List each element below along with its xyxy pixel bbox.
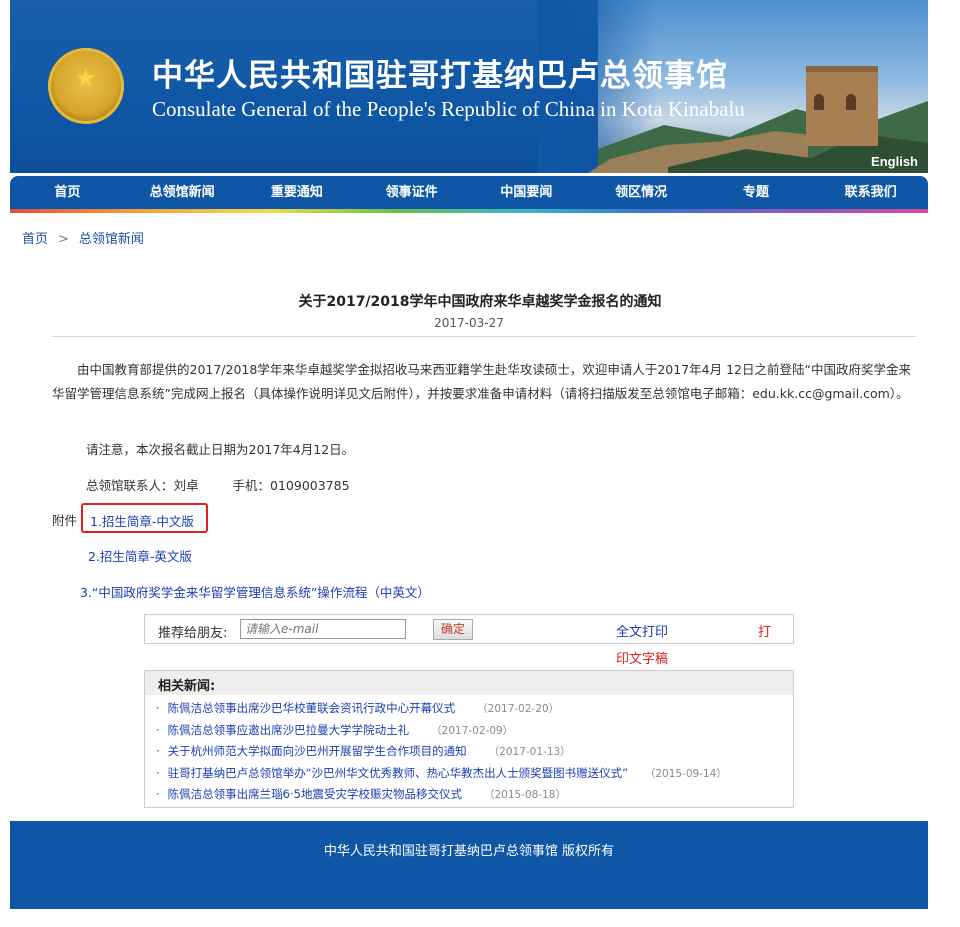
related-news-date: （2017-01-13）	[488, 746, 571, 758]
nav-item-consular-documents[interactable]: 领事证件	[354, 176, 469, 209]
attachment-link-guide[interactable]: 3.“中国政府奖学金来华留学管理信息系统”操作流程（中英文）	[80, 582, 430, 601]
list-item: · 陈佩洁总领事出席沙巴华校董联会资讯行政中心开幕仪式 （2017-02-20）	[156, 700, 727, 722]
attachment-link-cn[interactable]: 1.招生简章-中文版	[90, 511, 194, 530]
bullet-icon: ·	[156, 787, 160, 801]
contact-phone: 手机：0109003785	[232, 478, 350, 493]
related-news-link[interactable]: 陈佩洁总领事应邀出席沙巴拉曼大学学院动土礼	[168, 723, 410, 737]
article-paragraph: 由中国教育部提供的2017/2018学年来华卓越奖学金拟招收马来西亚籍学生赴华攻…	[52, 362, 911, 401]
nav-item-contact[interactable]: 联系我们	[813, 176, 928, 209]
nav-item-home[interactable]: 首页	[10, 176, 125, 209]
nav-color-strip	[10, 209, 928, 213]
site-title-cn: 中华人民共和国驻哥打基纳巴卢总领事馆	[152, 58, 728, 94]
list-item: · 驻哥打基纳巴卢总领馆举办“沙巴州华文优秀教师、热心华教杰出人士颁奖暨图书赠送仪…	[156, 765, 727, 787]
nav-item-region-info[interactable]: 领区情况	[584, 176, 699, 209]
related-news-header	[145, 671, 793, 695]
related-news-link[interactable]: 陈佩洁总领事出席兰瑙6·5地震受灾学校赈灾物品移交仪式	[168, 787, 462, 801]
list-item: · 陈佩洁总领事出席兰瑙6·5地震受灾学校赈灾物品移交仪式 （2015-08-18）	[156, 786, 727, 808]
related-news-link[interactable]: 关于杭州师范大学拟面向沙巴州开展留学生合作项目的通知	[168, 744, 467, 758]
recommend-label: 推荐给朋友:	[158, 626, 228, 641]
deadline-note: 请注意，本次报名截止日期为2017年4月12日。	[86, 442, 355, 457]
related-news-link[interactable]: 驻哥打基纳巴卢总领馆举办“沙巴州华文优秀教师、热心华教杰出人士颁奖暨图书赠送仪式…	[168, 766, 628, 780]
related-news-heading: 相关新闻:	[158, 679, 216, 694]
bullet-icon: ·	[156, 765, 160, 780]
related-news-list: · 陈佩洁总领事出席沙巴华校董联会资讯行政中心开幕仪式 （2017-02-20） ·…	[156, 700, 727, 808]
bullet-icon: ·	[156, 744, 160, 758]
print-text-link[interactable]: 打	[758, 621, 771, 640]
nav-item-china-news[interactable]: 中国要闻	[469, 176, 584, 209]
related-news-date: （2015-08-18）	[483, 789, 566, 801]
attachment-link-en[interactable]: 2.招生简章-英文版	[88, 546, 192, 565]
bullet-icon: ·	[156, 701, 160, 715]
national-emblem-icon: ★	[48, 48, 124, 124]
related-news-date: （2017-02-09）	[431, 724, 514, 737]
nav-item-notices[interactable]: 重要通知	[240, 176, 355, 209]
print-full-link[interactable]: 全文打印	[616, 621, 668, 640]
related-news-link[interactable]: 陈佩洁总领事出席沙巴华校董联会资讯行政中心开幕仪式	[168, 701, 456, 715]
chevron-right-icon: >	[58, 232, 69, 247]
nav-item-consulate-news[interactable]: 总领馆新闻	[125, 176, 240, 209]
breadcrumb-current-link[interactable]: 总领馆新闻	[79, 232, 144, 247]
divider	[52, 336, 916, 337]
main-nav: 首页 总领馆新闻 重要通知 领事证件 中国要闻 领区情况 专题 联系我们	[10, 176, 928, 209]
copyright-text: 中华人民共和国驻哥打基纳巴卢总领事馆 版权所有	[323, 844, 615, 859]
header-banner: ★ 中华人民共和国驻哥打基纳巴卢总领事馆 Consulate General o…	[10, 0, 928, 173]
list-item: · 陈佩洁总领事应邀出席沙巴拉曼大学学院动土礼 （2017-02-09）	[156, 722, 727, 744]
related-news-date: （2017-02-20）	[477, 703, 560, 715]
english-language-link[interactable]: English	[871, 154, 918, 169]
footer: 中华人民共和国驻哥打基纳巴卢总领事馆 版权所有	[10, 821, 928, 909]
list-item: · 关于杭州师范大学拟面向沙巴州开展留学生合作项目的通知 （2017-01-13）	[156, 743, 727, 765]
article-date: 2017-03-27	[434, 316, 504, 330]
attachments-label: 附件	[52, 513, 78, 528]
email-input[interactable]	[240, 619, 406, 639]
site-title-en: Consulate General of the People's Republ…	[152, 97, 745, 121]
confirm-button[interactable]: 确定	[433, 619, 473, 640]
contact-info: 总领馆联系人：刘卓 手机：0109003785	[86, 474, 946, 498]
breadcrumb-home-link[interactable]: 首页	[22, 232, 48, 247]
print-text-link-cont[interactable]: 印文字稿	[616, 648, 668, 667]
nav-item-topics[interactable]: 专题	[699, 176, 814, 209]
article-title: 关于2017/2018学年中国政府来华卓越奖学金报名的通知	[298, 294, 662, 310]
bullet-icon: ·	[156, 722, 160, 737]
breadcrumb: 首页 > 总领馆新闻	[22, 228, 144, 247]
contact-person: 总领馆联系人：刘卓	[86, 478, 199, 493]
related-news-date: （2015-09-14）	[650, 767, 727, 780]
